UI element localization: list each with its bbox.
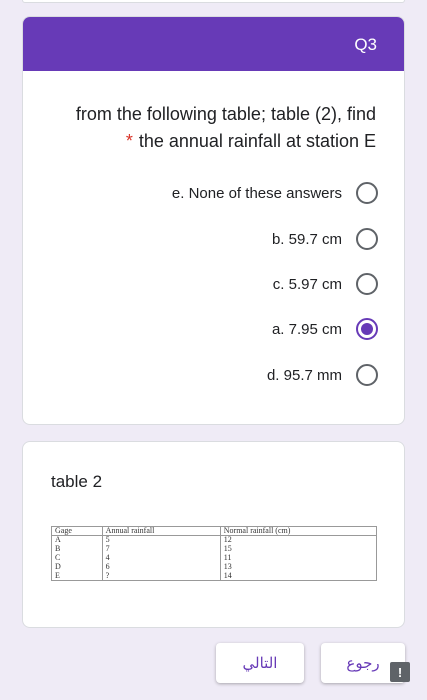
radio-button[interactable] [356,273,378,295]
table-cell: 13 [219,562,378,572]
option-c[interactable]: c. 5.97 cm [273,269,378,299]
table-cell: 11 [219,553,378,563]
radio-button[interactable] [356,228,378,250]
option-label: b. 59.7 cm [271,230,342,248]
report-icon[interactable]: ! [390,662,410,682]
option-label: a. 7.95 cm [271,320,342,338]
question-header: Q3 [23,17,404,71]
question-line-2: * the annual rainfall at station E [36,128,376,155]
question-line-2-text: the annual rainfall at station E [138,131,376,151]
question-badge: Q3 [354,35,377,54]
table-cell: 6 [101,562,221,572]
previous-card-edge [22,0,405,3]
header-annual-rainfall: Annual rainfall [101,526,221,536]
option-label: c. 5.97 cm [272,275,342,293]
table-row: E ? 14 [51,571,378,581]
table-row: B 7 15 [51,544,378,554]
option-d[interactable]: d. 95.7 mm [267,360,378,390]
table-cell: E [51,571,103,581]
next-button[interactable]: التالي [216,643,304,683]
question-text: from the following table; table (2), fin… [36,101,376,155]
table-cell: 5 [101,535,221,545]
option-label: d. 95.7 mm [266,366,342,384]
table-header-row: Gage Annual rainfall Normal rainfall (cm… [51,526,378,536]
table-title: table 2 [51,472,103,491]
header-gage: Gage [51,526,103,536]
option-b[interactable]: b. 59.7 cm [272,224,378,254]
required-mark: * [125,131,133,151]
option-e[interactable]: e. None of these answers [172,178,378,208]
table-cell: 12 [219,535,378,545]
table-cell: 4 [101,553,221,563]
table-cell: 15 [219,544,378,554]
radio-button-selected[interactable] [356,318,378,340]
table-cell: 14 [219,571,378,581]
question-card: Q3 from the following table; table (2), … [22,16,405,425]
option-label: e. None of these answers [171,184,342,202]
table-cell: ? [101,571,221,581]
table-row: D 6 13 [51,562,378,572]
table-cell: 7 [101,544,221,554]
radio-button[interactable] [356,364,378,386]
rainfall-table: Gage Annual rainfall Normal rainfall (cm… [51,526,378,581]
table-card: table 2 Gage Annual rainfall Normal rain… [22,441,405,628]
option-a[interactable]: a. 7.95 cm [272,314,378,344]
radio-button[interactable] [356,182,378,204]
question-line-1: from the following table; table (2), fin… [75,104,376,124]
table-row: C 4 11 [51,553,378,563]
table-row: A 5 12 [51,535,378,545]
header-normal-rainfall: Normal rainfall (cm) [219,526,378,536]
